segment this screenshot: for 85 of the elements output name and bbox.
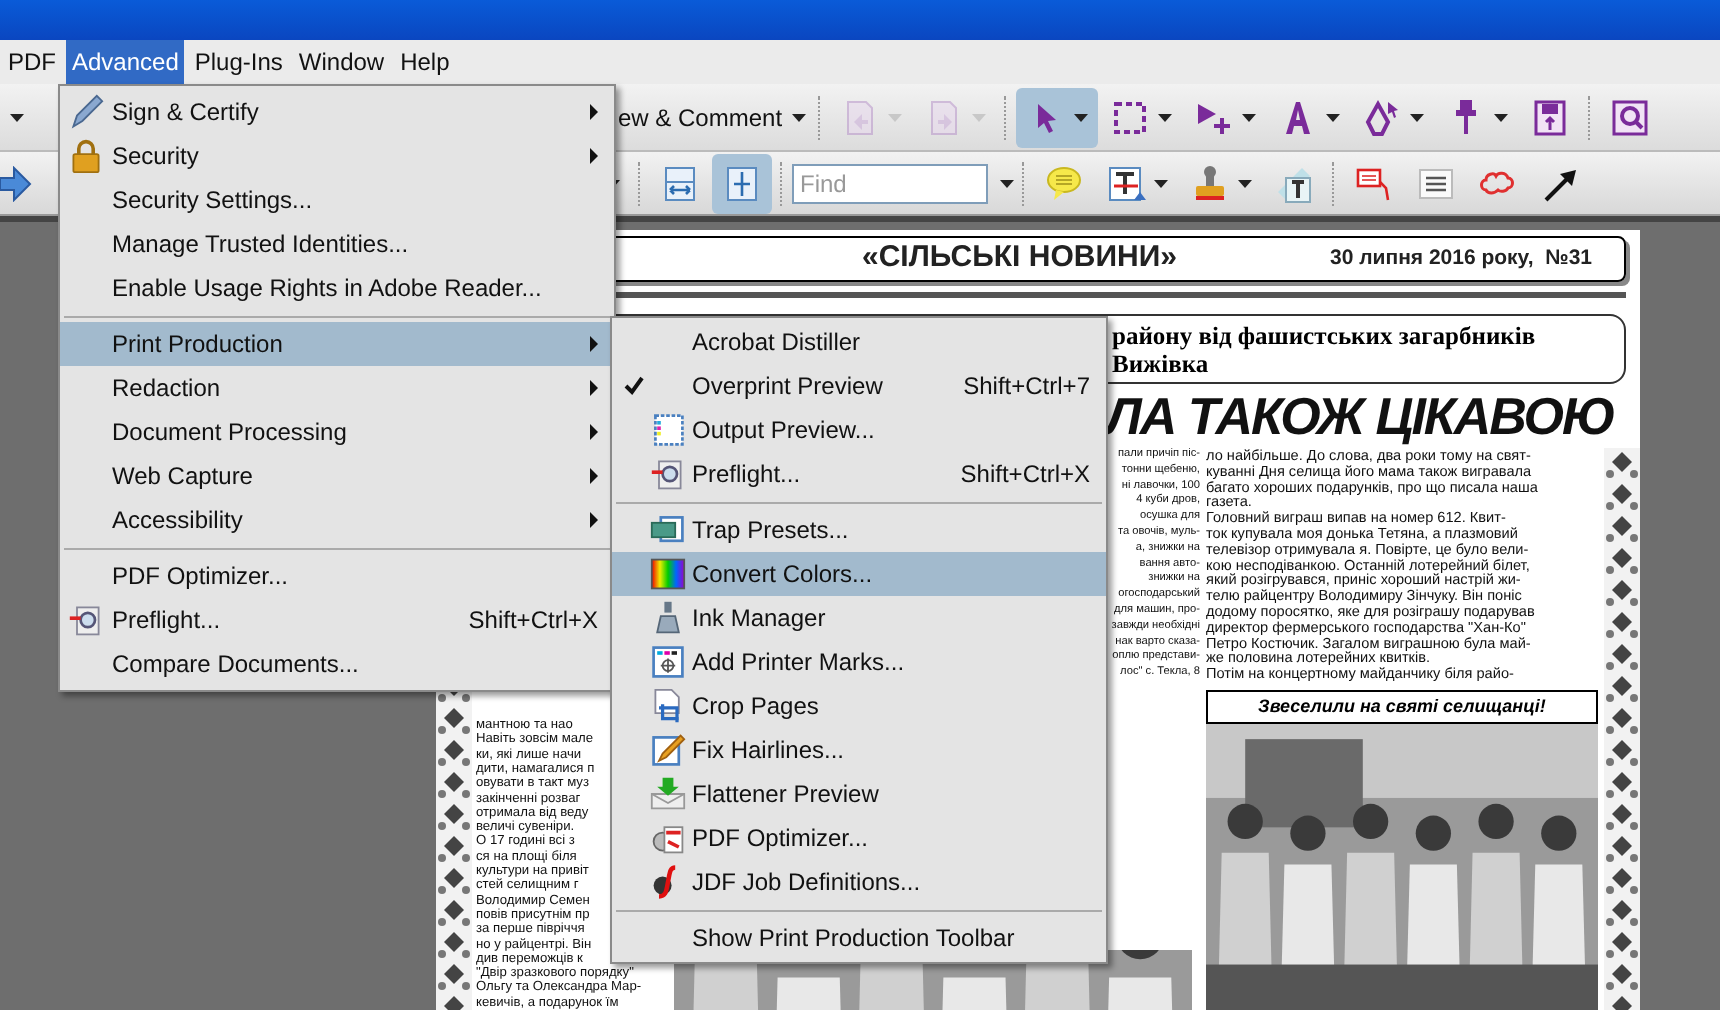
photo-caption: Звеселили на святі селищанці! xyxy=(1206,689,1598,725)
headline: ЛА ТАКОЖ ЦІКАВОЮ xyxy=(1106,388,1615,444)
issue-date: 30 липня 2016 року, №31 xyxy=(1330,243,1592,274)
flattener-icon xyxy=(650,776,686,812)
menu-item[interactable]: Security Settings... xyxy=(60,178,614,222)
output-preview-icon xyxy=(650,412,686,448)
submenu-arrow-icon xyxy=(590,148,598,164)
menu-item[interactable]: Print Production xyxy=(60,322,614,366)
caret-icon xyxy=(1326,113,1341,121)
toolbar-button[interactable] xyxy=(1016,87,1099,147)
ink-bottle-icon xyxy=(650,600,686,636)
pen-icon xyxy=(68,94,104,130)
menu-item[interactable]: JDF Job Definitions... xyxy=(612,860,1106,904)
menu-item[interactable]: Preflight... Shift+Ctrl+X xyxy=(612,452,1106,496)
menu-item[interactable]: PDF Optimizer... xyxy=(60,554,614,598)
caret-icon xyxy=(1154,179,1168,187)
menu-item[interactable]: Enable Usage Rights in Adobe Reader... xyxy=(60,266,614,310)
padlock-icon xyxy=(68,138,104,174)
submenu-arrow-icon xyxy=(590,468,598,484)
fit-width-icon xyxy=(660,163,700,203)
caret-icon xyxy=(792,113,807,121)
menu-item[interactable]: Preflight... Shift+Ctrl+X xyxy=(60,598,614,642)
menu-item[interactable]: Overprint Preview Shift+Ctrl+7 xyxy=(612,364,1106,408)
submenu-arrow-icon xyxy=(590,336,598,352)
color-spectrum-icon xyxy=(650,556,686,592)
menu-item[interactable]: Compare Documents... xyxy=(60,642,614,686)
preflight-icon xyxy=(650,456,686,492)
submenu-arrow-icon xyxy=(590,380,598,396)
printer-marks-icon xyxy=(650,644,686,680)
typewriter-icon xyxy=(1274,163,1314,203)
fit-page-icon xyxy=(722,163,762,203)
optimizer-icon xyxy=(650,820,686,856)
floppy-icon xyxy=(1530,97,1571,137)
menu-item[interactable]: Accessibility xyxy=(60,498,614,542)
speech-bubble-icon xyxy=(1044,163,1084,203)
menu-bar-item[interactable]: PDF xyxy=(2,40,62,84)
caret-icon xyxy=(1074,113,1089,121)
menu-item[interactable]: Fix Hairlines... xyxy=(612,728,1106,772)
menu-item[interactable]: Manage Trusted Identities... xyxy=(60,222,614,266)
submenu-arrow-icon xyxy=(590,424,598,440)
submenu-arrow-icon xyxy=(590,104,598,120)
find-field[interactable]: Find xyxy=(792,163,988,203)
page-pencil-icon xyxy=(650,732,686,768)
callout-icon xyxy=(1354,163,1394,203)
menu-item[interactable]: Security xyxy=(60,134,614,178)
marquee-icon xyxy=(1110,97,1151,137)
subheadline: району від фашистських загарбників xyxy=(1112,321,1538,349)
caret-icon xyxy=(10,113,24,121)
menu-item[interactable]: Acrobat Distiller xyxy=(612,320,1106,364)
menu-item[interactable]: Web Capture xyxy=(60,454,614,498)
menu-bar-item[interactable]: Window xyxy=(292,40,391,84)
toolbar-menu-button[interactable]: ew & Comment xyxy=(614,89,811,145)
menu-item[interactable]: PDF Optimizer... xyxy=(612,816,1106,860)
arrow-icon xyxy=(0,165,32,201)
menu-bar-item[interactable]: Help xyxy=(394,40,456,84)
trap-presets-icon xyxy=(650,512,686,548)
newspaper-title: «СІЛЬСЬКІ НОВИНИ» xyxy=(862,238,1177,279)
caret-icon xyxy=(1494,113,1509,121)
caret-icon xyxy=(1158,113,1173,121)
caret-icon xyxy=(1238,179,1252,187)
menu-bar-item[interactable]: Plug-Ins xyxy=(188,40,289,84)
menu-item[interactable]: Flattener Preview xyxy=(612,772,1106,816)
menu-item[interactable]: Add Printer Marks... xyxy=(612,640,1106,684)
caret-icon xyxy=(1410,113,1425,121)
preflight-icon xyxy=(68,602,104,638)
menu-item[interactable]: Ink Manager xyxy=(612,596,1106,640)
submenu-arrow-icon xyxy=(590,512,598,528)
menu-item[interactable]: Crop Pages xyxy=(612,684,1106,728)
menu-item[interactable]: Redaction xyxy=(60,366,614,410)
menu-item[interactable]: Show Print Production Toolbar xyxy=(612,916,1106,960)
checkmark-icon xyxy=(624,376,644,396)
menu-item[interactable]: Sign & Certify xyxy=(60,90,614,134)
subheadline: Вижівка xyxy=(1112,349,1211,377)
stamp-icon xyxy=(1190,163,1230,203)
menu-item[interactable]: Convert Colors... xyxy=(612,552,1106,596)
menu-item[interactable]: Output Preview... xyxy=(612,408,1106,452)
crop-icon xyxy=(650,688,686,724)
text-edit-icon xyxy=(1106,163,1146,203)
menu-item[interactable]: Document Processing xyxy=(60,410,614,454)
text-box-icon xyxy=(1416,163,1456,203)
menu-bar-item[interactable]: Advanced xyxy=(66,40,185,84)
caret-icon xyxy=(1242,113,1257,121)
pen-tool-icon xyxy=(1362,97,1403,137)
menu-item[interactable]: Trap Presets... xyxy=(612,508,1106,552)
page-search-icon xyxy=(1610,97,1651,137)
